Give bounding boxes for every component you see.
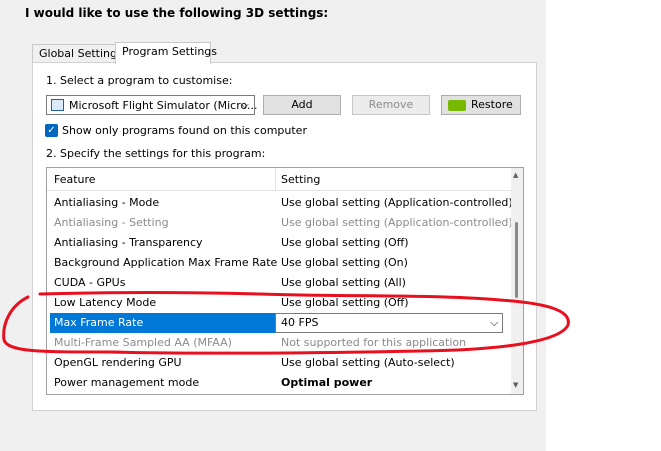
chevron-down-icon: ⌵ [240, 98, 249, 111]
setting-cell: Use global setting (Off) [281, 236, 409, 249]
select-program-label: 1. Select a program to customise: [46, 74, 233, 87]
feature-cell: Antialiasing - Mode [54, 196, 160, 209]
feature-cell: Max Frame Rate [54, 316, 144, 329]
table-row[interactable]: Antialiasing - Setting Use global settin… [47, 213, 513, 233]
nvidia-icon [448, 100, 466, 111]
chevron-down-icon[interactable]: ⌵ [490, 316, 498, 330]
table-row[interactable]: Low Latency Mode Use global setting (Off… [47, 293, 512, 313]
table-row[interactable]: Antialiasing - Mode Use global setting (… [47, 193, 513, 213]
feature-cell: OpenGL rendering GPU [54, 356, 182, 369]
specify-settings-label: 2. Specify the settings for this program… [46, 147, 266, 160]
table-row[interactable]: CUDA - GPUs Use global setting (All) [47, 273, 512, 293]
feature-cell: Background Application Max Frame Rate [54, 256, 278, 269]
settings-list[interactable]: Feature Setting Antialiasing - Mode Use … [46, 167, 524, 395]
feature-cell: Antialiasing - Transparency [54, 236, 203, 249]
add-button[interactable]: Add [263, 95, 341, 115]
setting-cell: Use global setting (Off) [281, 296, 409, 309]
scrollbar-thumb[interactable] [515, 222, 518, 298]
setting-cell: Use global setting (Application-controll… [281, 196, 513, 209]
list-header: Feature Setting [47, 168, 512, 191]
show-only-label[interactable]: Show only programs found on this compute… [62, 124, 307, 137]
setting-cell: Use global setting (Auto-select) [281, 356, 455, 369]
table-row[interactable]: Antialiasing - Transparency Use global s… [47, 233, 512, 253]
feature-cell: Multi-Frame Sampled AA (MFAA) [54, 336, 232, 349]
background-blank-area [546, 0, 661, 451]
column-header-setting[interactable]: Setting [281, 173, 320, 186]
remove-button[interactable]: Remove [352, 95, 430, 115]
scroll-down-icon[interactable]: ▼ [513, 381, 518, 389]
setting-cell: Use global setting (Application-controll… [281, 216, 513, 229]
setting-dropdown-value: 40 FPS [281, 316, 319, 329]
tab-global-settings[interactable]: Global Settings [32, 44, 123, 64]
setting-cell: Use global setting (All) [281, 276, 406, 289]
feature-cell: Power management mode [54, 376, 200, 389]
column-divider [275, 168, 276, 191]
setting-cell: Not supported for this application [281, 336, 467, 349]
table-row[interactable]: Background Application Max Frame Rate Us… [47, 253, 512, 273]
program-select[interactable]: Microsoft Flight Simulator (Micro... ⌵ [46, 95, 258, 115]
settings-heading: I would like to use the following 3D set… [25, 6, 329, 20]
table-row[interactable]: Multi-Frame Sampled AA (MFAA) Not suppor… [47, 333, 512, 353]
feature-cell: CUDA - GPUs [54, 276, 126, 289]
program-window-icon [51, 99, 64, 111]
table-row-selected[interactable]: Max Frame Rate 40 FPS ⌵ [47, 313, 512, 333]
table-row[interactable]: Power management mode Optimal power [47, 373, 512, 393]
feature-cell: Low Latency Mode [54, 296, 157, 309]
restore-button[interactable]: Restore [441, 95, 521, 115]
show-only-checkbox[interactable]: ✓ [45, 124, 58, 137]
setting-cell: Use global setting (On) [281, 256, 408, 269]
table-row[interactable]: OpenGL rendering GPU Use global setting … [47, 353, 512, 373]
setting-cell: Optimal power [281, 376, 373, 389]
feature-cell: Antialiasing - Setting [54, 216, 169, 229]
column-header-feature[interactable]: Feature [54, 173, 96, 186]
program-settings-panel: 1. Select a program to customise: Micros… [32, 62, 537, 411]
tab-program-settings[interactable]: Program Settings [115, 42, 217, 64]
scroll-up-icon[interactable]: ▲ [513, 171, 518, 179]
vertical-scrollbar[interactable]: ▲ ▼ [511, 168, 523, 394]
program-select-value: Microsoft Flight Simulator (Micro... [69, 99, 258, 112]
checkmark-icon: ✓ [47, 125, 56, 136]
restore-button-label: Restore [471, 98, 513, 111]
